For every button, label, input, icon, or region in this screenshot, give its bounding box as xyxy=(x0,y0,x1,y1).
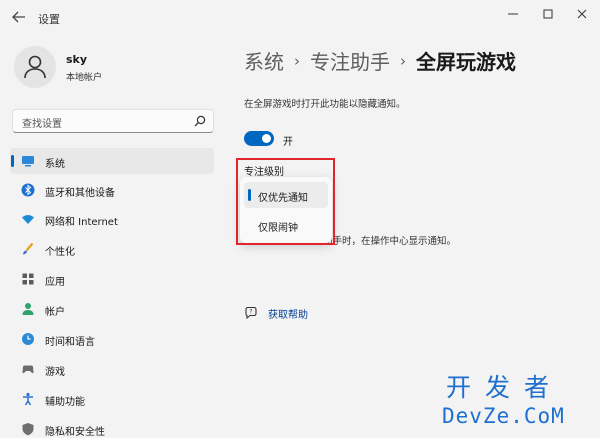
sidebar-item-privacy[interactable]: 隐私和安全性 xyxy=(10,416,214,438)
watermark-english: DevZe.CoM xyxy=(442,404,565,428)
fullscreen-game-toggle[interactable] xyxy=(244,131,274,146)
window-title: 设置 xyxy=(38,13,60,26)
sidebar-item-label: 网络和 Internet xyxy=(45,217,118,228)
watermark-chinese: 开发者 xyxy=(446,373,564,402)
breadcrumb-separator: › xyxy=(400,51,406,70)
search-input[interactable]: 查找设置 xyxy=(12,109,214,133)
sidebar-item-bluetooth[interactable]: 蓝牙和其他设备 xyxy=(10,177,214,203)
sidebar-item-label: 帐户 xyxy=(45,307,65,318)
page-description: 在全屏游戏时打开此功能以隐藏通知。 xyxy=(244,99,406,110)
sidebar-item-label: 辅助功能 xyxy=(45,397,85,408)
clock-globe-icon xyxy=(22,333,34,345)
sidebar-item-label: 游戏 xyxy=(45,367,65,378)
selection-indicator xyxy=(11,155,14,167)
help-chat-icon: ? xyxy=(245,306,257,320)
annotation-highlight-box xyxy=(236,158,335,245)
sidebar-item-label: 隐私和安全性 xyxy=(45,427,105,438)
breadcrumb-separator: › xyxy=(294,51,300,70)
sidebar-item-time-language[interactable]: 时间和语言 xyxy=(10,326,214,352)
sidebar-item-system[interactable]: 系统 xyxy=(10,148,214,174)
page-title: 全屏玩游戏 xyxy=(416,50,516,74)
help-link[interactable]: 获取帮助 xyxy=(268,306,308,321)
breadcrumb: 系统 › 专注助手 › 全屏玩游戏 xyxy=(244,46,516,75)
sidebar-item-accounts[interactable]: 帐户 xyxy=(10,296,214,322)
wifi-icon xyxy=(22,215,34,224)
toggle-state-label: 开 xyxy=(283,137,293,148)
brush-icon xyxy=(23,242,34,255)
svg-text:?: ? xyxy=(249,309,252,316)
maximize-icon[interactable] xyxy=(538,7,558,21)
apps-grid-icon xyxy=(22,273,34,285)
sidebar-item-label: 个性化 xyxy=(45,247,75,258)
sidebar-item-label: 系统 xyxy=(45,159,65,170)
bluetooth-icon xyxy=(21,183,35,197)
breadcrumb-system[interactable]: 系统 xyxy=(244,46,284,75)
gamepad-icon xyxy=(22,365,34,374)
sidebar-item-personalization[interactable]: 个性化 xyxy=(10,236,214,262)
shield-icon xyxy=(22,423,34,436)
sidebar-item-network[interactable]: 网络和 Internet xyxy=(10,206,214,232)
user-name: sky xyxy=(66,53,88,66)
breadcrumb-focus-assist[interactable]: 专注助手 xyxy=(310,46,390,75)
search-icon xyxy=(194,115,206,127)
close-icon[interactable] xyxy=(572,7,592,21)
sidebar-item-gaming[interactable]: 游戏 xyxy=(10,356,214,382)
back-arrow-icon[interactable] xyxy=(12,11,26,23)
accessibility-icon xyxy=(23,392,33,406)
toggle-knob xyxy=(262,134,271,143)
title-bar: 设置 xyxy=(0,0,600,34)
user-silhouette-icon xyxy=(24,55,46,79)
minimize-icon[interactable] xyxy=(503,7,523,21)
sidebar-item-label: 时间和语言 xyxy=(45,337,95,348)
search-placeholder: 查找设置 xyxy=(22,119,62,130)
sidebar-item-label: 应用 xyxy=(45,277,65,288)
avatar xyxy=(14,46,56,88)
monitor-icon xyxy=(22,156,34,167)
sidebar-item-accessibility[interactable]: 辅助功能 xyxy=(10,386,214,412)
account-icon xyxy=(22,303,34,315)
sidebar-item-label: 蓝牙和其他设备 xyxy=(45,188,115,199)
sidebar-item-apps[interactable]: 应用 xyxy=(10,266,214,292)
account-type: 本地帐户 xyxy=(66,73,103,83)
